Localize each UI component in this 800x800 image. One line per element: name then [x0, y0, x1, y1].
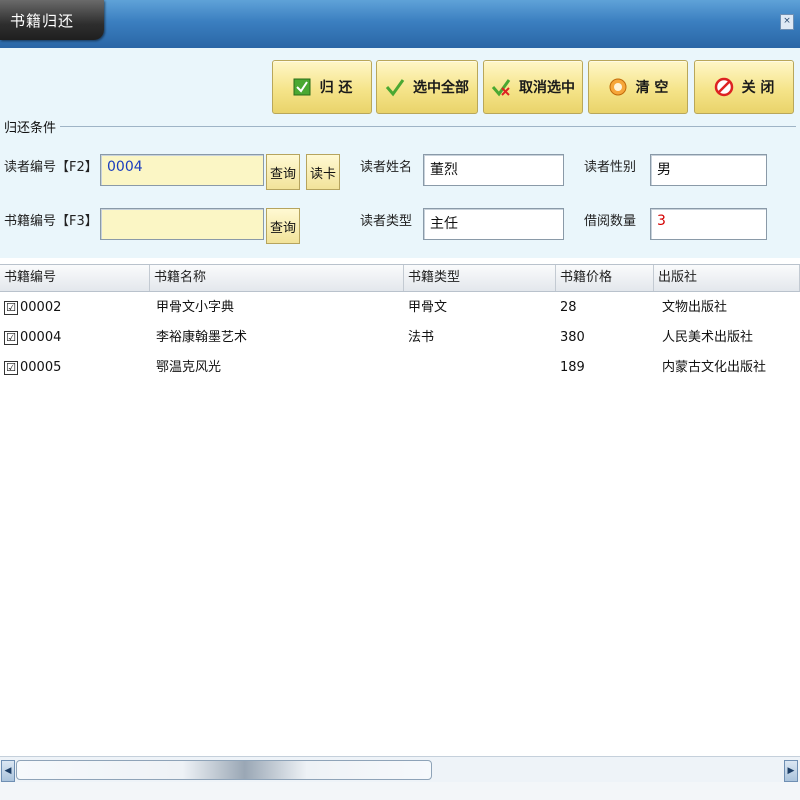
- status-strip: [0, 782, 800, 800]
- reader-gender-field[interactable]: 男: [650, 154, 767, 186]
- col-book-price[interactable]: 书籍价格: [556, 265, 654, 291]
- window-title: 书籍归还: [10, 12, 75, 30]
- borrow-count-field[interactable]: 3: [650, 208, 767, 240]
- return-button-label: 归 还: [319, 80, 353, 96]
- table-row[interactable]: ☑ 00002 甲骨文小字典 甲骨文 28 文物出版社: [0, 294, 800, 322]
- clear-icon: [608, 77, 628, 97]
- return-book-icon: [292, 77, 312, 97]
- col-publisher[interactable]: 出版社: [654, 265, 800, 291]
- cell-publisher: 人民美术出版社: [662, 330, 754, 345]
- reader-type-field[interactable]: 主任: [423, 208, 564, 240]
- check-icon: [385, 77, 405, 97]
- cell-book-price: 28: [560, 300, 577, 315]
- cell-book-id: 00002: [20, 300, 62, 315]
- scroll-right-icon[interactable]: ▶: [784, 760, 798, 782]
- scroll-left-icon[interactable]: ◀: [1, 760, 15, 782]
- cell-book-price: 380: [560, 330, 585, 345]
- borrow-count-label: 借阅数量: [584, 214, 637, 229]
- close-button[interactable]: 关 闭: [694, 60, 794, 114]
- cell-book-type: 甲骨文: [408, 300, 448, 315]
- reader-gender-label: 读者性别: [584, 160, 637, 175]
- title-bar: 书籍归还 ×: [0, 0, 800, 49]
- group-title: 归还条件: [4, 117, 61, 136]
- reader-id-input[interactable]: 0004: [100, 154, 264, 186]
- book-id-input[interactable]: [100, 208, 264, 240]
- cell-book-name: 李裕康翰墨艺术: [156, 330, 248, 345]
- cell-book-name: 甲骨文小字典: [156, 300, 235, 315]
- reader-type-label: 读者类型: [360, 214, 413, 229]
- deselect-button[interactable]: 取消选中: [483, 60, 583, 114]
- window-close-icon[interactable]: ×: [780, 14, 794, 30]
- deselect-label: 取消选中: [519, 80, 575, 96]
- select-all-button[interactable]: 选中全部: [376, 60, 478, 114]
- cell-publisher: 文物出版社: [662, 300, 728, 315]
- clear-label: 清 空: [635, 80, 669, 96]
- col-book-id[interactable]: 书籍编号: [0, 265, 150, 291]
- scroll-thumb[interactable]: [16, 760, 432, 780]
- col-book-name[interactable]: 书籍名称: [150, 265, 404, 291]
- uncheck-icon: [491, 77, 511, 97]
- table-row[interactable]: ☑ 00005 鄂温克风光 189 内蒙古文化出版社: [0, 354, 800, 382]
- row-checkbox[interactable]: ☑: [4, 361, 18, 375]
- grid-header: 书籍编号 书籍名称 书籍类型 书籍价格 出版社: [0, 264, 800, 292]
- form-panel: 归 还 选中全部 取消选中 清 空 关 闭 归还条件 读者编号【F2】 0004…: [0, 48, 800, 258]
- close-label: 关 闭: [741, 80, 775, 96]
- cell-book-price: 189: [560, 360, 585, 375]
- horizontal-scrollbar[interactable]: ◀ ▶: [0, 756, 800, 783]
- reader-id-label: 读者编号【F2】: [4, 160, 98, 175]
- close-icon: [714, 77, 734, 97]
- book-query-button[interactable]: 查询: [266, 208, 300, 244]
- return-button[interactable]: 归 还: [272, 60, 372, 114]
- cell-book-type: 法书: [408, 330, 435, 345]
- clear-button[interactable]: 清 空: [588, 60, 688, 114]
- cell-book-name: 鄂温克风光: [156, 360, 222, 375]
- row-checkbox[interactable]: ☑: [4, 331, 18, 345]
- select-all-label: 选中全部: [413, 80, 469, 96]
- table-row[interactable]: ☑ 00004 李裕康翰墨艺术 法书 380 人民美术出版社: [0, 324, 800, 352]
- reader-name-field[interactable]: 董烈: [423, 154, 564, 186]
- cell-book-id: 00004: [20, 330, 62, 345]
- col-book-type[interactable]: 书籍类型: [404, 265, 556, 291]
- window-title-tab: 书籍归还: [0, 0, 104, 40]
- reader-query-button[interactable]: 查询: [266, 154, 300, 190]
- book-id-label: 书籍编号【F3】: [4, 214, 98, 229]
- cell-publisher: 内蒙古文化出版社: [662, 360, 767, 375]
- cell-book-id: 00005: [20, 360, 62, 375]
- reader-name-label: 读者姓名: [360, 160, 413, 175]
- read-card-button[interactable]: 读卡: [306, 154, 340, 190]
- row-checkbox[interactable]: ☑: [4, 301, 18, 315]
